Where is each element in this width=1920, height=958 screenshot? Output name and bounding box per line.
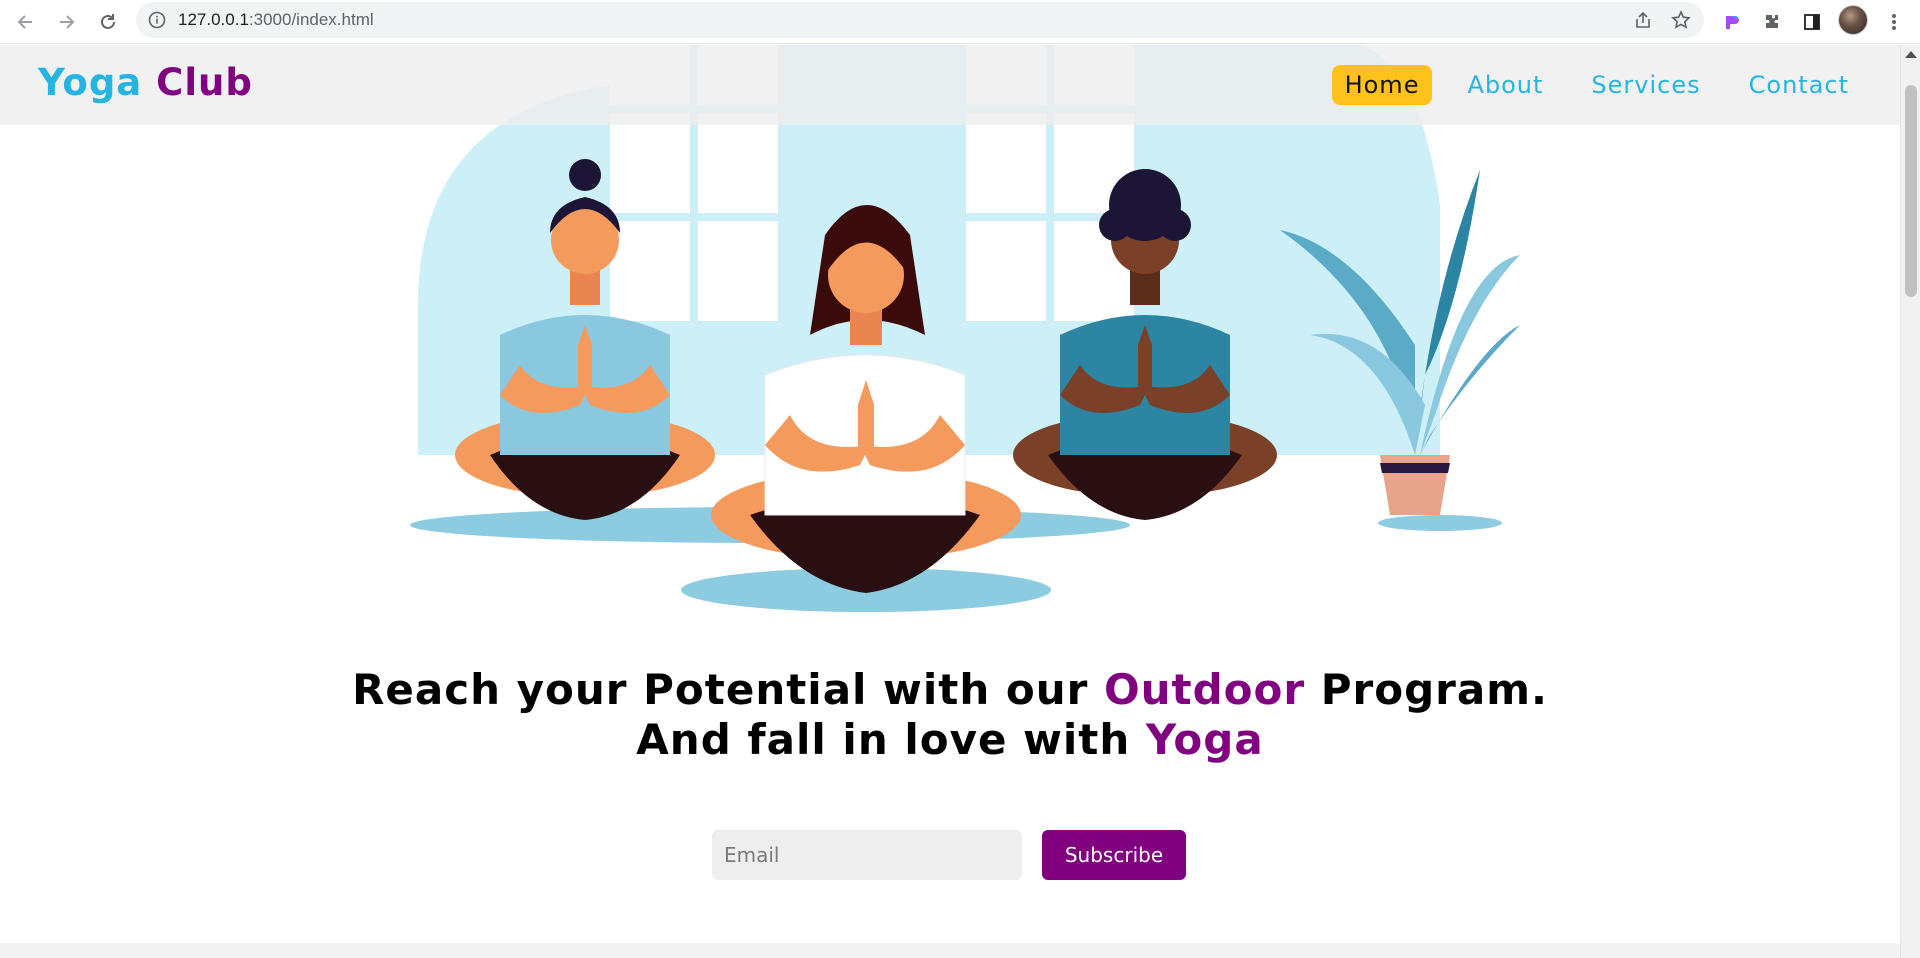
headline-line1-pre: Reach your Potential with our xyxy=(352,665,1104,714)
headline-line1-post: Program. xyxy=(1305,665,1548,714)
address-bar[interactable]: 127.0.0.1:3000/index.html xyxy=(136,2,1704,38)
headline-accent-yoga: Yoga xyxy=(1145,715,1264,764)
site-info-icon[interactable] xyxy=(148,11,166,29)
yoga-illustration xyxy=(410,45,1520,612)
hero-headline: Reach your Potential with our Outdoor Pr… xyxy=(0,665,1900,765)
side-panel-icon[interactable] xyxy=(1796,6,1828,38)
subscribe-form: Subscribe xyxy=(712,830,1186,880)
puzzle-extensions-icon[interactable] xyxy=(1756,6,1788,38)
reload-icon[interactable] xyxy=(92,6,124,38)
logo-word-yoga: Yoga xyxy=(38,61,143,104)
share-icon[interactable] xyxy=(1632,9,1654,31)
plant-shadow xyxy=(1378,515,1502,531)
kebab-menu-icon[interactable] xyxy=(1878,6,1910,38)
email-input[interactable] xyxy=(712,830,1022,880)
back-arrow-icon[interactable] xyxy=(10,6,42,38)
headline-line2-pre: And fall in love with xyxy=(636,715,1146,764)
site-header: Yoga Club Home About Services Contact xyxy=(0,45,1900,125)
nav-home-link[interactable]: Home xyxy=(1331,65,1433,105)
site-logo[interactable]: Yoga Club xyxy=(38,61,253,104)
url-path: :3000/index.html xyxy=(248,10,374,29)
extension-color-icon[interactable] xyxy=(1716,6,1748,38)
nav-about-link[interactable]: About xyxy=(1454,65,1556,105)
scrollbar-thumb[interactable] xyxy=(1905,85,1917,297)
subscribe-button[interactable]: Subscribe xyxy=(1042,830,1186,880)
browser-toolbar: 127.0.0.1:3000/index.html xyxy=(0,0,1920,44)
url-host: 127.0.0.1 xyxy=(178,10,249,29)
page-scrollbar[interactable] xyxy=(1900,45,1920,958)
address-url: 127.0.0.1:3000/index.html xyxy=(178,10,374,30)
scroll-up-arrow-icon[interactable] xyxy=(1905,51,1917,58)
profile-avatar[interactable] xyxy=(1838,5,1868,35)
bookmark-star-icon[interactable] xyxy=(1670,9,1692,31)
headline-accent-outdoor: Outdoor xyxy=(1103,665,1306,714)
nav-contact-link[interactable]: Contact xyxy=(1736,65,1862,105)
logo-word-club: Club xyxy=(156,61,253,104)
main-nav: Home About Services Contact xyxy=(1331,65,1862,105)
forward-arrow-icon[interactable] xyxy=(50,6,82,38)
page-bottom-edge xyxy=(0,943,1900,958)
nav-services-link[interactable]: Services xyxy=(1578,65,1713,105)
page-viewport: Yoga Club Home About Services Contact Re… xyxy=(0,45,1900,958)
